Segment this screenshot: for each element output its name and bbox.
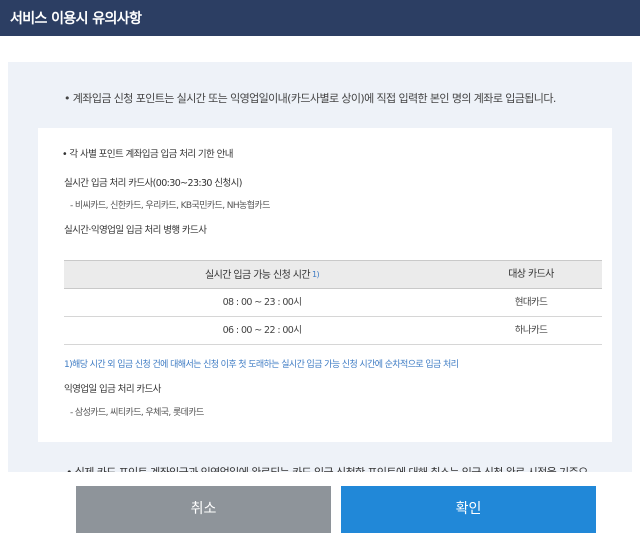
processing-time-table: 실시간 입금 가능 신청 시간 1) 대상 카드사 08 : 00 ~ 23 : … [64, 260, 602, 345]
table-header-row: 실시간 입금 가능 신청 시간 1) 대상 카드사 [64, 260, 602, 289]
parallel-label: 실시간·익영업일 입금 처리 병행 카드사 [64, 225, 207, 236]
table-header-company: 대상 카드사 [508, 269, 554, 280]
card-heading: • 각 사별 포인트 계좌입금 입금 처리 기한 안내 [62, 149, 233, 160]
table-header-time: 실시간 입금 가능 신청 시간 1) [64, 261, 460, 289]
table-cell-time: 06 : 00 ~ 22 : 00시 [222, 325, 302, 336]
table-cell-company: 현대카드 [514, 297, 548, 308]
table-header-footnote-marker: 1) [311, 270, 320, 279]
notice-text: • 계좌입금 신청 포인트는 실시간 또는 익영업일이내(카드사별로 상이)에 … [64, 92, 556, 105]
table-row: 06 : 00 ~ 22 : 00시 하나카드 [64, 317, 602, 345]
modal-header: 서비스 이용시 유의사항 [0, 0, 640, 36]
nextday-cards: - 삼성카드, 씨티카드, 우체국, 롯데카드 [70, 408, 204, 418]
footnote: 1)해당 시간 외 입금 신청 건에 대해서는 신청 이후 첫 도래하는 실시간… [64, 360, 459, 370]
table-row: 08 : 00 ~ 23 : 00시 현대카드 [64, 289, 602, 317]
modal-title: 서비스 이용시 유의사항 [10, 11, 142, 27]
info-card: • 각 사별 포인트 계좌입금 입금 처리 기한 안내 실시간 입금 처리 카드… [38, 128, 612, 442]
realtime-cards: - 비씨카드, 신한카드, 우리카드, KB국민카드, NH농협카드 [70, 201, 270, 211]
overflow-text: • 실제 카드 포인트 계좌입금과 익영업일에 완료되는 카드 입금 신청한 포… [66, 464, 588, 472]
cancel-button[interactable]: 취소 [76, 486, 331, 533]
table-cell-time: 08 : 00 ~ 23 : 00시 [222, 297, 302, 308]
table-header-time-label: 실시간 입금 가능 신청 시간 [205, 270, 311, 281]
nextday-label: 익영업일 입금 처리 카드사 [64, 384, 161, 395]
confirm-button[interactable]: 확인 [341, 486, 596, 533]
table-cell-company: 하나카드 [514, 325, 548, 336]
notice-panel[interactable]: • 계좌입금 신청 포인트는 실시간 또는 익영업일이내(카드사별로 상이)에 … [8, 62, 632, 472]
realtime-label: 실시간 입금 처리 카드사(00:30~23:30 신청시) [64, 178, 242, 189]
